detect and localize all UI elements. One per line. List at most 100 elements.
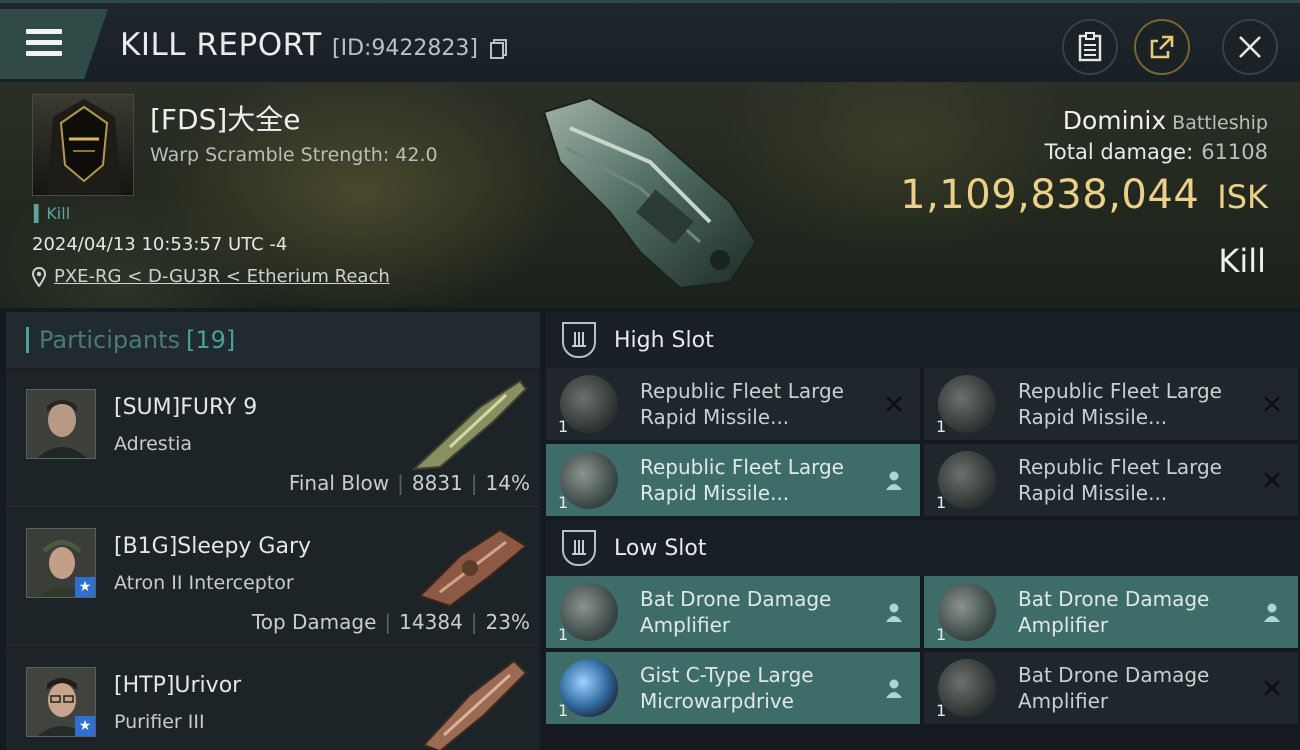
- avatar[interactable]: [26, 389, 96, 459]
- warp-scramble-strength: Warp Scramble Strength: 42.0: [150, 144, 438, 166]
- isk-value-row: 1,109,838,044 ISK: [900, 172, 1268, 218]
- destroyed-icon: [1264, 680, 1280, 696]
- participants-header: Participants [19]: [6, 312, 540, 368]
- module-item[interactable]: 1 Bat Drone Damage Amplifier: [546, 576, 920, 648]
- avatar[interactable]: ★: [26, 667, 96, 737]
- hamburger-icon: [26, 29, 62, 62]
- module-quantity: 1: [558, 701, 569, 720]
- page-title: KILL REPORT: [120, 27, 322, 63]
- menu-button[interactable]: [0, 9, 108, 79]
- participant-name: [SUM]FURY 9: [114, 395, 258, 420]
- copy-icon[interactable]: [490, 39, 508, 59]
- stat-separator: |: [470, 471, 478, 495]
- location-pin-icon: [32, 266, 46, 287]
- share-button[interactable]: [1134, 19, 1190, 75]
- missile-launcher-icon: [938, 451, 996, 509]
- destroyed-icon: [1264, 472, 1280, 488]
- high-slot-header: High Slot: [546, 312, 1300, 368]
- top-bar: KILL REPORT [ID:9422823]: [0, 0, 1300, 82]
- module-name: Republic Fleet Large Rapid Missile...: [1018, 455, 1222, 505]
- participant-row[interactable]: [SUM]FURY 9 Adrestia Final Blow | 8831 |…: [6, 371, 540, 507]
- participant-name: [B1G]Sleepy Gary: [114, 534, 312, 559]
- participant-percent: 23%: [485, 610, 530, 634]
- microwarpdrive-icon: [560, 659, 618, 717]
- kill-tag: ▍Kill: [34, 204, 71, 223]
- module-item[interactable]: 1 Gist C-Type Large Microwarpdrive: [546, 652, 920, 724]
- missile-launcher-icon: [560, 451, 618, 509]
- destroyed-icon: [886, 396, 902, 412]
- participant-ship: Atron II Interceptor: [114, 572, 294, 594]
- dropped-person-icon: [886, 471, 902, 490]
- isk-value: 1,109,838,044: [900, 172, 1200, 218]
- module-quantity: 1: [558, 417, 569, 436]
- high-slot-icon: [562, 322, 596, 358]
- header-accent-bar: [26, 327, 29, 353]
- participant-percent: 14%: [485, 471, 530, 495]
- participant-damage: 8831: [411, 471, 463, 495]
- participants-count: [19]: [185, 326, 236, 354]
- destroyed-icon: [1264, 396, 1280, 412]
- module-name: Bat Drone Damage Amplifier: [1018, 587, 1210, 637]
- dropped-person-icon: [886, 679, 902, 698]
- victim-banner: [FDS]大全e Warp Scramble Strength: 42.0 ▍K…: [0, 82, 1300, 308]
- total-damage-label: Total damage:: [1044, 140, 1194, 164]
- report-id: [ID:9422823]: [332, 36, 478, 61]
- close-button[interactable]: [1222, 19, 1278, 75]
- module-quantity: 1: [936, 417, 947, 436]
- victim-portrait[interactable]: [32, 94, 134, 196]
- ship-class: Battleship: [1172, 112, 1268, 134]
- module-item[interactable]: 1 Republic Fleet Large Rapid Missile...: [924, 368, 1298, 440]
- participant-row[interactable]: ★ [B1G]Sleepy Gary Atron II Interceptor …: [6, 510, 540, 646]
- low-slot-header: Low Slot: [546, 520, 1300, 576]
- location-row[interactable]: PXE-RG < D-GU3R < Etherium Reach: [32, 266, 390, 287]
- kill-outcome: Kill: [1218, 242, 1266, 280]
- high-slot-label: High Slot: [614, 327, 714, 353]
- close-icon: [1239, 36, 1261, 58]
- missile-launcher-icon: [560, 375, 618, 433]
- kill-timestamp: 2024/04/13 10:53:57 UTC -4: [32, 234, 288, 255]
- share-icon: [1150, 35, 1174, 59]
- drone-amplifier-icon: [938, 659, 996, 717]
- ship-name-text: Dominix: [1062, 106, 1167, 135]
- drone-amplifier-icon: [560, 583, 618, 641]
- high-slot-grid: 1 Republic Fleet Large Rapid Missile... …: [546, 368, 1300, 516]
- module-item[interactable]: 1 Bat Drone Damage Amplifier: [924, 652, 1298, 724]
- victim-name: [FDS]大全e: [150, 103, 301, 136]
- participant-damage: 14384: [399, 610, 463, 634]
- module-name: Republic Fleet Large Rapid Missile...: [640, 379, 844, 429]
- victim-ship-name: Dominix Battleship: [1063, 106, 1268, 135]
- star-badge: ★: [75, 577, 95, 597]
- avatar[interactable]: ★: [26, 528, 96, 598]
- dropped-person-icon: [1264, 603, 1280, 622]
- location-link[interactable]: PXE-RG < D-GU3R < Etherium Reach: [54, 266, 390, 287]
- module-item[interactable]: 1 Republic Fleet Large Rapid Missile...: [546, 368, 920, 440]
- participant-row[interactable]: ★ [HTP]Urivor Purifier III: [6, 649, 540, 750]
- participant-role: Final Blow: [288, 471, 390, 495]
- module-item[interactable]: 1 Republic Fleet Large Rapid Missile...: [546, 444, 920, 516]
- total-damage-value: 61108: [1201, 140, 1268, 164]
- clipboard-button[interactable]: [1062, 19, 1118, 75]
- module-quantity: 1: [558, 493, 569, 512]
- isk-unit: ISK: [1217, 178, 1268, 216]
- missile-launcher-icon: [938, 375, 996, 433]
- participant-ship-image: [422, 659, 528, 750]
- module-quantity: 1: [558, 625, 569, 644]
- module-quantity: 1: [936, 701, 947, 720]
- module-name: Bat Drone Damage Amplifier: [1018, 663, 1210, 713]
- clipboard-icon: [1078, 32, 1102, 62]
- participant-stats: Final Blow | 8831 | 14%: [289, 471, 530, 495]
- stat-separator: |: [470, 610, 478, 634]
- module-name: Republic Fleet Large Rapid Missile...: [1018, 379, 1222, 429]
- module-quantity: 1: [936, 493, 947, 512]
- participant-ship: Adrestia: [114, 433, 193, 455]
- participant-ship-image: [418, 528, 528, 608]
- low-slot-icon: [562, 530, 596, 566]
- module-item[interactable]: 1 Republic Fleet Large Rapid Missile...: [924, 444, 1298, 516]
- module-item[interactable]: 1 Bat Drone Damage Amplifier: [924, 576, 1298, 648]
- victim-ship-image: [542, 96, 758, 290]
- participant-stats: Top Damage | 14384 | 23%: [252, 610, 530, 634]
- module-name: Gist C-Type Large Microwarpdrive: [640, 663, 814, 713]
- module-name: Republic Fleet Large Rapid Missile...: [640, 455, 844, 505]
- star-badge: ★: [75, 716, 95, 736]
- low-slot-label: Low Slot: [614, 535, 707, 561]
